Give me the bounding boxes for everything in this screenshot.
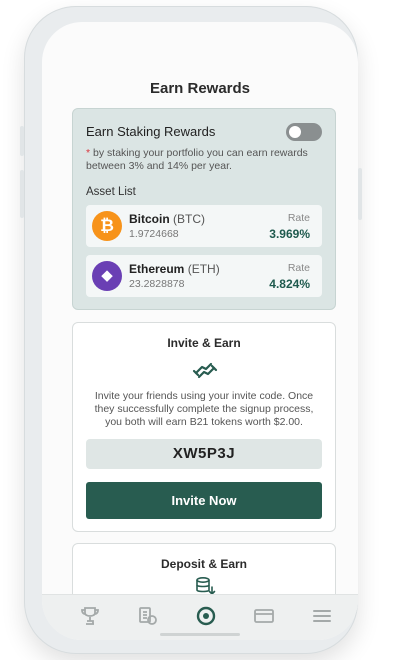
- asset-name-text: Ethereum: [129, 262, 185, 276]
- toggle-knob: [289, 126, 301, 138]
- staking-note: * by staking your portfolio you can earn…: [86, 147, 322, 173]
- asset-name-text: Bitcoin: [129, 212, 170, 226]
- ethereum-icon: ◆: [92, 261, 122, 291]
- staking-toggle[interactable]: [286, 123, 322, 141]
- asset-amount: 1.9724668: [129, 228, 179, 240]
- phone-volume-button: [20, 170, 24, 218]
- phone-power-button: [358, 168, 362, 220]
- coins-icon[interactable]: [136, 604, 160, 628]
- bottom-tab-bar: [42, 594, 358, 640]
- rate-value: 3.969%: [269, 227, 310, 241]
- staking-title: Earn Staking Rewards: [86, 124, 216, 139]
- staking-card: Earn Staking Rewards * by staking your p…: [72, 108, 336, 310]
- invite-now-button[interactable]: Invite Now: [86, 482, 322, 519]
- page-title: Earn Rewards: [149, 80, 251, 97]
- card-icon[interactable]: [252, 604, 276, 628]
- asset-symbol: (BTC): [173, 212, 206, 226]
- asset-amount: 23.2828878: [129, 278, 185, 290]
- handshake-icon: [192, 362, 218, 379]
- bitcoin-icon: ₿: [92, 211, 122, 241]
- earn-icon[interactable]: [194, 604, 218, 628]
- asset-row-bitcoin[interactable]: ₿ Bitcoin (BTC) 1.9724668 Rate 3.969%: [86, 205, 322, 247]
- asset-name: Bitcoin (BTC): [129, 212, 205, 226]
- home-indicator: [160, 633, 240, 636]
- app-screen: Earn Rewards Earn Staking Rewards * by s…: [42, 22, 358, 640]
- invite-description: Invite your friends using your invite co…: [94, 390, 314, 428]
- note-text: by staking your portfolio you can earn r…: [86, 147, 308, 172]
- invite-code[interactable]: XW5P3J: [86, 439, 322, 469]
- asset-list-heading: Asset List: [86, 186, 136, 198]
- rate-label: Rate: [287, 212, 310, 224]
- invite-card: Invite & Earn Invite your friends using …: [72, 322, 336, 532]
- phone-side-button: [20, 126, 24, 156]
- invite-title: Invite & Earn: [167, 336, 241, 350]
- rate-value: 4.824%: [269, 277, 310, 291]
- menu-icon[interactable]: [310, 604, 334, 628]
- asset-name: Ethereum (ETH): [129, 262, 220, 276]
- trophy-icon[interactable]: [78, 604, 102, 628]
- asset-row-ethereum[interactable]: ◆ Ethereum (ETH) 23.2828878 Rate 4.824%: [86, 255, 322, 297]
- rate-label: Rate: [287, 262, 310, 274]
- deposit-title: Deposit & Earn: [160, 557, 247, 571]
- note-marker: *: [86, 147, 91, 159]
- asset-symbol: (ETH): [187, 262, 220, 276]
